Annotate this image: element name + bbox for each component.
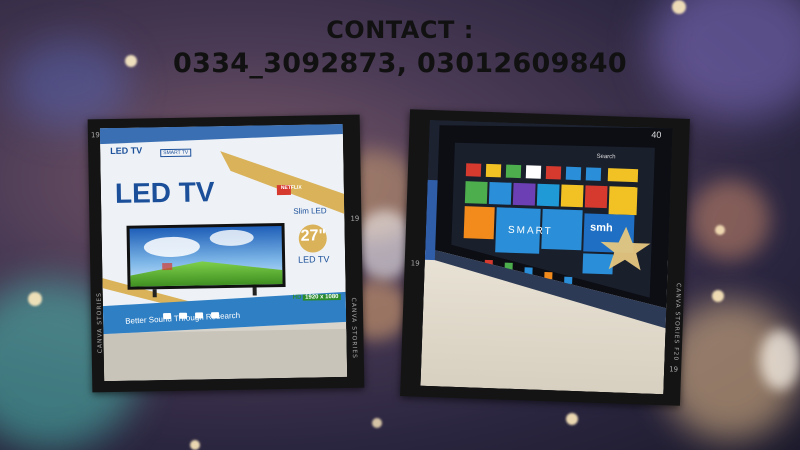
hd-badge: HD 1920 x 1080 bbox=[293, 294, 341, 301]
bokeh-light bbox=[372, 418, 382, 428]
bokeh-light bbox=[715, 225, 725, 235]
film-label: CANVA STORIES bbox=[349, 297, 358, 359]
smart-tv-badge: SMART TV bbox=[160, 148, 192, 158]
corner-number: 40 bbox=[651, 129, 662, 140]
left-photo: LED TV LED TV SMART TV NETFLIX Slim LED … bbox=[99, 123, 348, 382]
right-photo: Search SMART smh 40 bbox=[420, 119, 673, 395]
film-label: CANVA STORIES F20 bbox=[672, 282, 682, 362]
led-tv-side-label: LED TV bbox=[298, 254, 330, 265]
bokeh-light bbox=[712, 290, 724, 302]
smh-tile-text: smh bbox=[589, 221, 613, 235]
bokeh-light bbox=[566, 413, 578, 425]
bokeh-light bbox=[190, 440, 200, 450]
box-heading: LED TV bbox=[114, 176, 215, 209]
contact-heading: CONTACT : bbox=[326, 16, 474, 44]
film-number: 19 bbox=[669, 365, 679, 374]
hd-label: HD bbox=[292, 294, 302, 301]
right-photo-frame: CANVA STORIES F20 19 19 Search SMART smh… bbox=[400, 109, 690, 406]
slim-led-label: Slim LED bbox=[293, 206, 327, 216]
left-photo-frame: CANVA STORIES 19 CANVA STORIES 19 LED TV… bbox=[87, 114, 365, 393]
smart-logo-text: SMART bbox=[507, 224, 553, 238]
film-number: 19 bbox=[90, 131, 100, 140]
bokeh-light bbox=[672, 0, 686, 14]
contact-phone-numbers: 0334_3092873, 03012609840 bbox=[173, 48, 627, 79]
search-label: Search bbox=[596, 153, 616, 161]
film-number: 19 bbox=[410, 259, 420, 268]
bokeh-light bbox=[28, 292, 42, 306]
led-tv-small-label: LED TV bbox=[110, 145, 143, 157]
film-number: 19 bbox=[350, 214, 360, 223]
screen-size-label: 27" bbox=[300, 227, 327, 245]
smart-tv-image bbox=[420, 119, 673, 395]
bokeh-light bbox=[760, 330, 800, 390]
netflix-badge: NETFLIX bbox=[280, 184, 302, 192]
hd-resolution: 1920 x 1080 bbox=[303, 294, 341, 301]
tv-box-image bbox=[99, 123, 348, 382]
bokeh-light bbox=[690, 180, 770, 260]
